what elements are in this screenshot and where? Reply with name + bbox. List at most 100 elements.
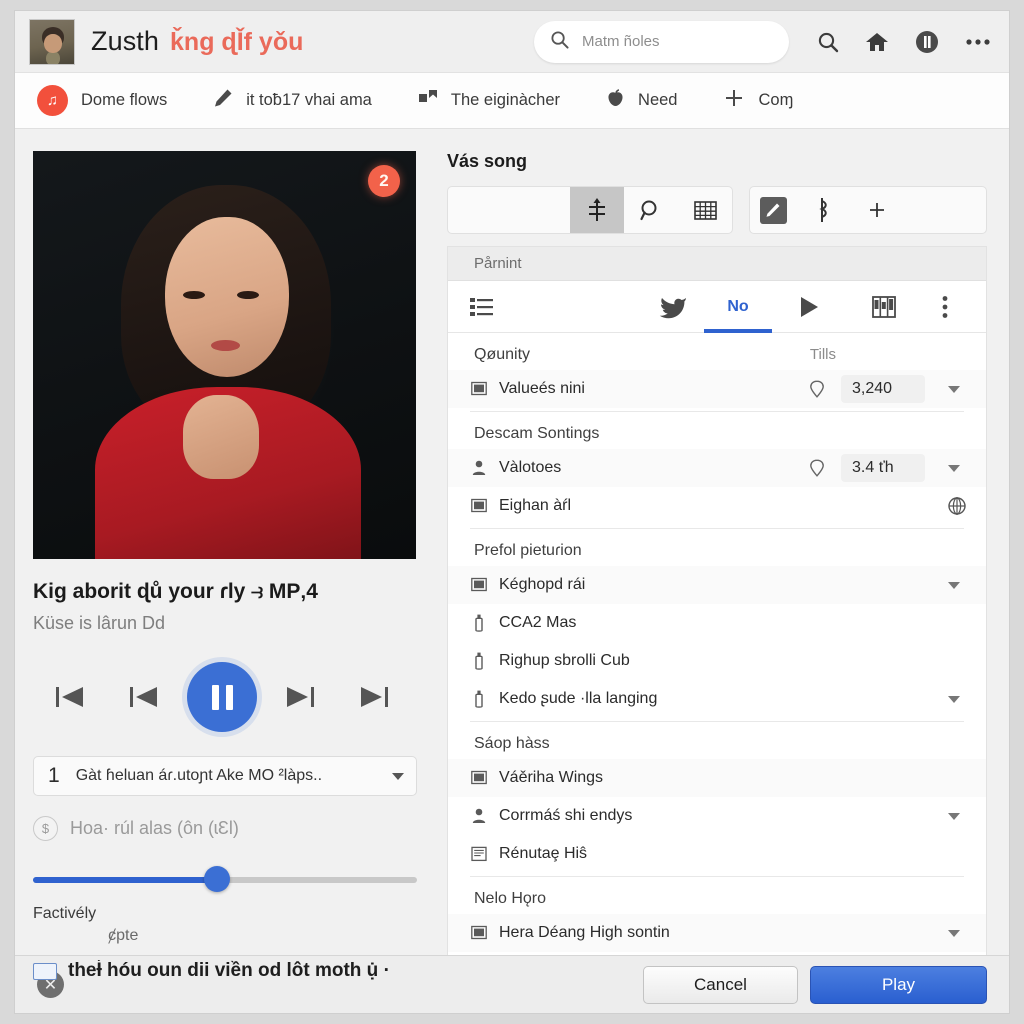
slider-right-label: ȼpte bbox=[108, 927, 139, 944]
next-icon[interactable] bbox=[263, 682, 337, 712]
top-bar: Zusth ǩng ɖǏf yǒu Matm ñoles bbox=[15, 11, 1009, 73]
pen-box-swatch bbox=[759, 196, 787, 224]
search-placeholder: Matm ñoles bbox=[582, 33, 660, 50]
settings-row[interactable]: Corrmáś shi endys bbox=[448, 797, 986, 835]
search-input[interactable]: Matm ñoles bbox=[534, 20, 789, 63]
settings-group: Prefol pietuɾion Kéghopd rái CCA2 Mas Righu… bbox=[448, 529, 986, 722]
nav-item-label: Need bbox=[638, 91, 678, 109]
cost-row: $ Hoa· rúl alas (ôn (ɩƐl) bbox=[33, 816, 417, 841]
settings-row-label: Váěriha Wings bbox=[499, 769, 604, 786]
chevron-down-icon[interactable] bbox=[936, 385, 972, 393]
skip-back-icon[interactable] bbox=[33, 682, 107, 712]
settings-row-label: Eighan àŕl bbox=[499, 497, 572, 514]
settings-row[interactable]: Valueés nini 3,240 bbox=[448, 370, 986, 408]
settings-row[interactable]: Righup sbrolli Cub bbox=[448, 642, 986, 680]
track-select-label: Gàt ɦeluan áɾ.utoɲt Ake MO ²làps.. bbox=[75, 767, 323, 784]
chevron-down-icon[interactable] bbox=[936, 695, 972, 703]
tab-spacer bbox=[524, 281, 642, 333]
toolbar-group-right bbox=[749, 186, 987, 234]
chevron-down-icon[interactable] bbox=[936, 464, 972, 472]
nav-item-need[interactable]: Need bbox=[606, 88, 678, 113]
align-center-icon[interactable] bbox=[570, 187, 624, 233]
monitor-icon bbox=[470, 381, 488, 397]
nav-item-share[interactable]: The eiginàcher bbox=[418, 89, 560, 112]
notification-badge: 2 bbox=[368, 165, 400, 197]
settings-row[interactable]: Kéghopd rái bbox=[448, 566, 986, 604]
pin-icon[interactable] bbox=[804, 380, 830, 398]
slider-meta: Factivély ȼpte bbox=[33, 905, 417, 945]
person-icon bbox=[470, 808, 488, 824]
album-artwork[interactable]: 2 bbox=[33, 151, 416, 559]
chevron-down-icon[interactable] bbox=[936, 812, 972, 820]
bottle-icon bbox=[470, 690, 488, 708]
pause-icon[interactable] bbox=[187, 662, 257, 732]
settings-row-label: Corrmáś shi endys bbox=[499, 807, 633, 824]
subhead-label: Pårnint bbox=[448, 247, 986, 281]
settings-row-value[interactable]: 3,240 bbox=[841, 375, 925, 403]
nav-item-label: it toƀ17 vhai ama bbox=[246, 91, 372, 109]
tab-no-label: No bbox=[727, 297, 749, 315]
settings-row-label: Kedo ʂude ·lla langing bbox=[499, 690, 658, 707]
slider-handle[interactable] bbox=[204, 866, 231, 892]
cancel-button[interactable]: Cancel bbox=[643, 965, 798, 1004]
pause-circle-icon[interactable] bbox=[915, 30, 939, 54]
nav-item-edit[interactable]: it toƀ17 vhai ama bbox=[213, 88, 372, 113]
artwork-lips bbox=[211, 340, 240, 351]
settings-row[interactable]: Eighan àŕl bbox=[448, 487, 986, 525]
brand: Zusth ǩng ɖǏf yǒu bbox=[91, 26, 303, 57]
search-icon[interactable] bbox=[624, 187, 678, 233]
tab-bird[interactable] bbox=[642, 281, 704, 333]
tab-play[interactable] bbox=[772, 281, 846, 333]
settings-row-label: Hera Déang High sontin bbox=[499, 924, 670, 941]
play-button[interactable]: Play bbox=[810, 965, 987, 1004]
more-horizontal-icon[interactable] bbox=[965, 38, 991, 46]
avatar[interactable] bbox=[29, 18, 75, 65]
tab-active-indicator bbox=[704, 328, 772, 333]
search-icon[interactable] bbox=[817, 31, 839, 53]
main-body: 2 Kig aborit ɖů your ɾly ⥽ MP‚4 Küse is … bbox=[15, 129, 1009, 981]
progress-slider[interactable] bbox=[33, 866, 417, 892]
settings-row[interactable]: Hera Déang High sontin bbox=[448, 914, 986, 952]
checkbox[interactable] bbox=[33, 962, 57, 980]
settings-row-label: Valueés nini bbox=[499, 380, 585, 397]
settings-row-value[interactable]: 3.4 ťh bbox=[841, 454, 925, 482]
home-icon[interactable] bbox=[865, 31, 889, 53]
agreement-checkbox-row[interactable]: theƗ́ hóu oun dii viền od lôt moth ụ̇ · bbox=[33, 960, 417, 982]
pin-icon[interactable] bbox=[804, 459, 830, 477]
settings-row[interactable]: Vàlotoes 3.4 ťh bbox=[448, 449, 986, 487]
note-icon[interactable] bbox=[796, 187, 850, 233]
pen-box-icon[interactable] bbox=[750, 187, 796, 233]
tab-columns[interactable] bbox=[846, 281, 922, 333]
grid-icon[interactable] bbox=[678, 187, 732, 233]
chevron-down-icon[interactable] bbox=[936, 581, 972, 589]
tab-no[interactable]: No bbox=[704, 281, 772, 333]
settings-row[interactable]: Váěriha Wings bbox=[448, 759, 986, 797]
plus-icon[interactable] bbox=[850, 187, 904, 233]
monitor-icon bbox=[470, 925, 488, 941]
artwork-eye-right bbox=[237, 291, 259, 299]
pencil-icon bbox=[213, 88, 233, 113]
settings-group: Descam Sontings Vàlotoes 3.4 ťh Eighan àŕl bbox=[448, 412, 986, 529]
monitor-icon bbox=[470, 770, 488, 786]
nav-item-add[interactable]: Coɱ bbox=[723, 87, 793, 114]
track-select[interactable]: 1 Gàt ɦeluan áɾ.utoɲt Ake MO ²làps.. bbox=[33, 756, 417, 796]
settings-row[interactable]: Kedo ʂude ·lla langing bbox=[448, 680, 986, 718]
group-label: Qøunity bbox=[474, 346, 531, 363]
transport-controls bbox=[33, 658, 417, 736]
tab-list[interactable] bbox=[470, 281, 524, 333]
music-note-badge-icon: ♫ bbox=[37, 85, 68, 116]
nav-item-label: The eiginàcher bbox=[450, 91, 561, 109]
nav-item-dome-flows[interactable]: ♫ Dome flows bbox=[37, 85, 167, 116]
previous-icon[interactable] bbox=[107, 682, 181, 712]
settings-row[interactable]: Rénutaȩ Hiŝ bbox=[448, 835, 986, 873]
apple-icon bbox=[606, 88, 625, 113]
tab-more[interactable] bbox=[922, 281, 968, 333]
brand-sub-label: ǩng ɖǏf yǒu bbox=[170, 28, 304, 56]
nav-item-label: Coɱ bbox=[758, 91, 794, 109]
media-panel: 2 Kig aborit ɖů your ɾly ⥽ MP‚4 Küse is … bbox=[15, 129, 435, 981]
chevron-down-icon[interactable] bbox=[936, 929, 972, 937]
settings-row[interactable]: CCA2 Mas bbox=[448, 604, 986, 642]
skip-forward-icon[interactable] bbox=[337, 682, 411, 712]
agreement-label: theƗ́ hóu oun dii viền od lôt moth ụ̇ · bbox=[68, 960, 390, 981]
globe-icon[interactable] bbox=[942, 496, 972, 516]
